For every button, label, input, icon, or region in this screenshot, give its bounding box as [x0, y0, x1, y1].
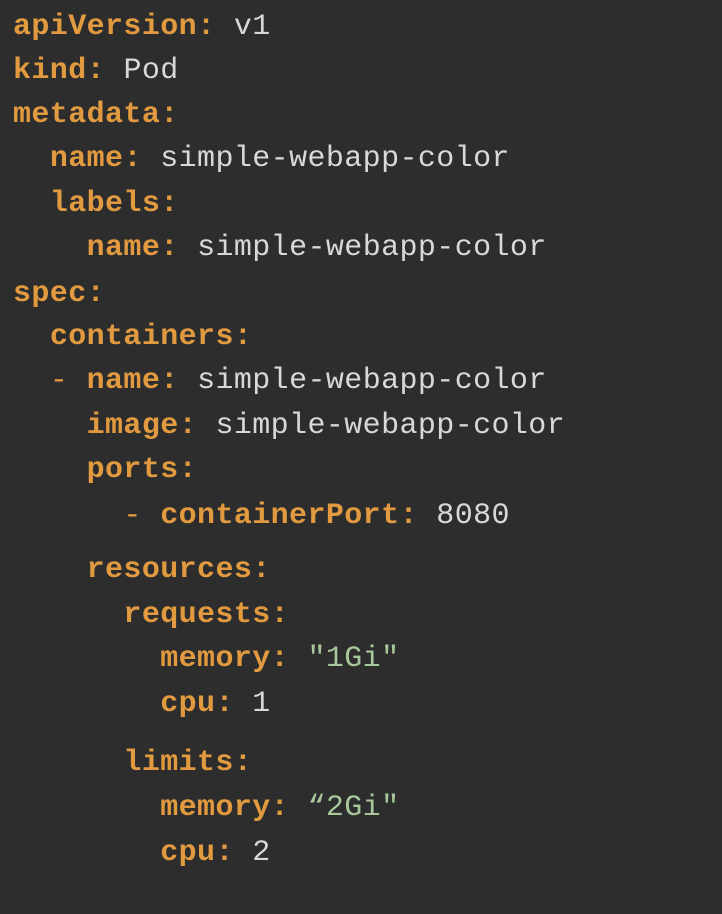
code-line: - name: simple-webapp-color	[49, 364, 547, 398]
yaml-string-value: "1Gi"	[307, 642, 400, 676]
yaml-key: apiVersion	[13, 10, 198, 44]
yaml-key: labels	[49, 187, 161, 221]
code-line: limits:	[123, 746, 253, 780]
yaml-value: v1	[233, 10, 271, 44]
code-line: containers:	[49, 320, 253, 354]
yaml-key: containerPort	[160, 499, 400, 533]
yaml-key: memory	[160, 642, 271, 676]
code-line: memory: “2Gi"	[160, 791, 400, 825]
list-dash: -	[123, 499, 161, 533]
yaml-key: cpu	[160, 687, 216, 721]
code-line: labels:	[49, 187, 179, 221]
yaml-key: spec	[13, 277, 87, 311]
code-line: ports:	[86, 453, 198, 487]
yaml-string-value: “2Gi"	[307, 791, 400, 825]
code-line: memory: "1Gi"	[160, 642, 400, 676]
yaml-key: name	[49, 142, 124, 176]
yaml-key: resources	[86, 553, 253, 587]
yaml-key: name	[86, 364, 161, 398]
yaml-key: limits	[123, 746, 234, 780]
yaml-value: simple-webapp-color	[160, 142, 510, 176]
yaml-key: containers	[49, 320, 234, 354]
yaml-value: 8080	[436, 499, 510, 533]
yaml-value: Pod	[123, 54, 179, 88]
code-line: image: simple-webapp-color	[86, 409, 566, 443]
yaml-key: name	[86, 231, 161, 265]
code-line: name: simple-webapp-color	[49, 142, 510, 176]
yaml-key: memory	[160, 791, 271, 825]
yaml-value: simple-webapp-color	[197, 364, 547, 398]
yaml-key: cpu	[160, 836, 216, 870]
code-line: spec:	[13, 277, 106, 311]
yaml-code-block: apiVersion: v1 kind: Pod metadata: name:…	[0, 0, 722, 914]
code-line: cpu: 2	[160, 836, 271, 870]
code-line: kind: Pod	[13, 54, 179, 88]
code-line: cpu: 1	[160, 687, 271, 721]
code-line: metadata:	[13, 98, 179, 132]
yaml-value: 1	[252, 687, 271, 721]
yaml-key: ports	[86, 453, 179, 487]
code-line: requests:	[123, 598, 290, 632]
yaml-value: simple-webapp-color	[215, 409, 566, 443]
code-line: name: simple-webapp-color	[86, 231, 547, 265]
yaml-key: kind	[13, 54, 87, 88]
code-line: - containerPort: 8080	[123, 499, 510, 533]
yaml-key: requests	[123, 598, 271, 632]
list-dash: -	[49, 364, 87, 398]
yaml-key: image	[86, 409, 179, 443]
code-line: resources:	[86, 553, 271, 587]
yaml-value: simple-webapp-color	[197, 231, 547, 265]
yaml-key: metadata	[13, 98, 161, 132]
yaml-value: 2	[252, 836, 271, 870]
code-line: apiVersion: v1	[13, 10, 271, 44]
